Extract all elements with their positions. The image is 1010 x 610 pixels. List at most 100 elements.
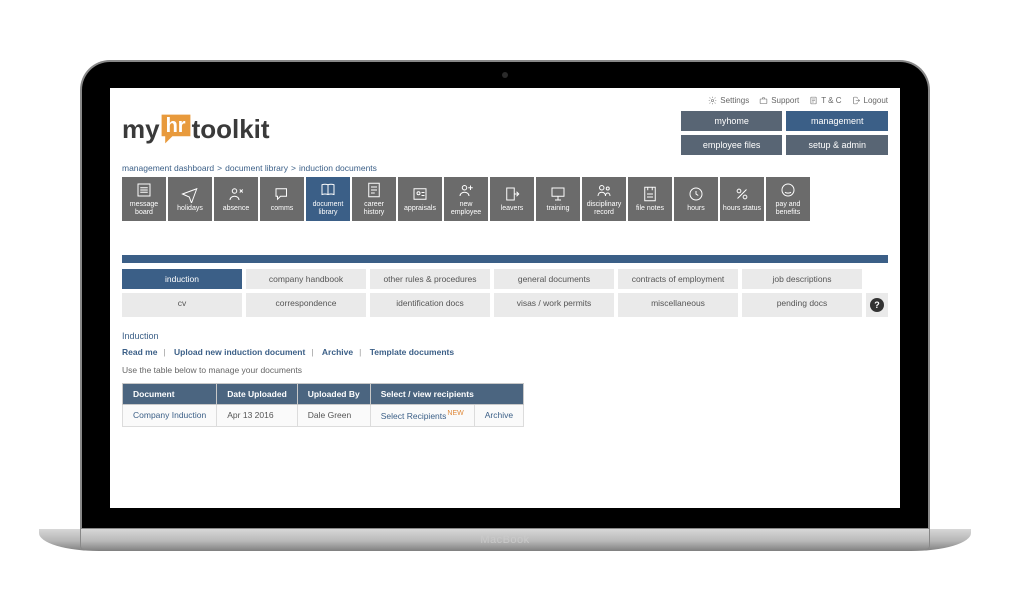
presentation-icon <box>549 185 567 203</box>
support-label: Support <box>771 96 799 105</box>
settings-label: Settings <box>720 96 749 105</box>
breadcrumb-mid[interactable]: document library <box>225 163 288 173</box>
module-absence[interactable]: absence <box>214 177 258 221</box>
tandc-link[interactable]: T & C <box>809 96 841 105</box>
col-date: Date Uploaded <box>217 384 298 405</box>
form-icon <box>365 181 383 199</box>
accent-bar <box>122 255 888 263</box>
logout-label: Logout <box>864 96 888 105</box>
support-link[interactable]: Support <box>759 96 799 105</box>
people-icon <box>595 181 613 199</box>
breadcrumb-leaf[interactable]: induction documents <box>299 163 377 173</box>
tab-induction[interactable]: induction <box>122 269 242 289</box>
table-header-row: Document Date Uploaded Uploaded By Selec… <box>123 384 524 405</box>
module-holidays[interactable]: holidays <box>168 177 212 221</box>
laptop-frame: Settings Support T & C Logout my <box>80 60 930 550</box>
primary-nav: myhome management employee files setup &… <box>681 111 888 155</box>
col-by: Uploaded By <box>297 384 370 405</box>
breadcrumb-root[interactable]: management dashboard <box>122 163 214 173</box>
tab-contracts[interactable]: contracts of employment <box>618 269 738 289</box>
nav-setup-admin[interactable]: setup & admin <box>786 135 888 155</box>
logout-link[interactable]: Logout <box>852 96 888 105</box>
plane-icon <box>181 185 199 203</box>
screen-bezel: Settings Support T & C Logout my <box>80 60 930 528</box>
tandc-label: T & C <box>821 96 841 105</box>
tab-other-rules[interactable]: other rules & procedures <box>370 269 490 289</box>
logo-pre: my <box>122 114 160 145</box>
breadcrumb: management dashboard>document library>in… <box>122 163 888 173</box>
link-readme[interactable]: Read me <box>122 347 157 357</box>
person-card-icon <box>411 185 429 203</box>
app-viewport: Settings Support T & C Logout my <box>110 88 900 508</box>
logo-mid: hr <box>166 115 186 138</box>
module-new-employee[interactable]: new employee <box>444 177 488 221</box>
col-recipients: Select / view recipients <box>370 384 523 405</box>
tab-company-handbook[interactable]: company handbook <box>246 269 366 289</box>
person-cross-icon <box>227 185 245 203</box>
tab-cv[interactable]: cv <box>122 293 242 317</box>
question-icon: ? <box>870 298 884 312</box>
module-nav: message board holidays absence comms doc… <box>122 177 888 221</box>
laptop-base: MacBook <box>80 528 930 550</box>
module-document-library[interactable]: document library <box>306 177 350 221</box>
smile-icon <box>779 181 797 199</box>
hint-text: Use the table below to manage your docum… <box>122 365 888 375</box>
nav-employee-files[interactable]: employee files <box>681 135 783 155</box>
module-hours[interactable]: hours <box>674 177 718 221</box>
clock-icon <box>687 185 705 203</box>
tab-misc[interactable]: miscellaneous <box>618 293 738 317</box>
person-plus-icon <box>457 181 475 199</box>
select-recipients-link[interactable]: Select RecipientsNEW <box>381 411 464 421</box>
link-archive[interactable]: Archive <box>322 347 353 357</box>
module-comms[interactable]: comms <box>260 177 304 221</box>
device-label: MacBook <box>480 534 529 546</box>
link-upload[interactable]: Upload new induction document <box>174 347 305 357</box>
module-pay-benefits[interactable]: pay and benefits <box>766 177 810 221</box>
archive-link[interactable]: Archive <box>485 410 513 420</box>
nav-management[interactable]: management <box>786 111 888 131</box>
document-category-tabs: induction company handbook other rules &… <box>122 269 888 317</box>
percent-icon <box>733 185 751 203</box>
module-career-history[interactable]: career history <box>352 177 396 221</box>
section-title: Induction <box>122 331 888 341</box>
utility-bar: Settings Support T & C Logout <box>122 94 888 111</box>
logout-icon <box>852 96 861 105</box>
table-row: Company Induction Apr 13 2016 Dale Green… <box>123 405 524 427</box>
module-appraisals[interactable]: appraisals <box>398 177 442 221</box>
doc-uploader: Dale Green <box>297 405 370 427</box>
module-training[interactable]: training <box>536 177 580 221</box>
camera-dot <box>502 72 508 78</box>
help-button[interactable]: ? <box>866 293 888 317</box>
exit-door-icon <box>503 185 521 203</box>
col-document: Document <box>123 384 217 405</box>
document-icon <box>809 96 818 105</box>
module-disciplinary[interactable]: disciplinary record <box>582 177 626 221</box>
notes-icon <box>641 185 659 203</box>
book-icon <box>319 181 337 199</box>
module-file-notes[interactable]: file notes <box>628 177 672 221</box>
list-icon <box>135 181 153 199</box>
action-links: Read me| Upload new induction document| … <box>122 347 888 357</box>
header: my hr toolkit myhome management employee… <box>122 111 888 155</box>
doc-date: Apr 13 2016 <box>217 405 298 427</box>
tab-correspondence[interactable]: correspondence <box>246 293 366 317</box>
module-leavers[interactable]: leavers <box>490 177 534 221</box>
documents-table: Document Date Uploaded Uploaded By Selec… <box>122 383 524 427</box>
chat-icon <box>273 185 291 203</box>
settings-link[interactable]: Settings <box>708 96 749 105</box>
briefcase-icon <box>759 96 768 105</box>
tab-identification[interactable]: identification docs <box>370 293 490 317</box>
logo-speech-bubble-icon: hr <box>158 111 194 147</box>
tab-visas[interactable]: visas / work permits <box>494 293 614 317</box>
gear-icon <box>708 96 717 105</box>
module-hours-status[interactable]: hours status <box>720 177 764 221</box>
tab-general-documents[interactable]: general documents <box>494 269 614 289</box>
logo: my hr toolkit <box>122 111 270 147</box>
nav-myhome[interactable]: myhome <box>681 111 783 131</box>
logo-post: toolkit <box>192 114 270 145</box>
tab-pending[interactable]: pending docs <box>742 293 862 317</box>
link-templates[interactable]: Template documents <box>370 347 454 357</box>
doc-link[interactable]: Company Induction <box>133 410 206 420</box>
module-message-board[interactable]: message board <box>122 177 166 221</box>
tab-job-descriptions[interactable]: job descriptions <box>742 269 862 289</box>
